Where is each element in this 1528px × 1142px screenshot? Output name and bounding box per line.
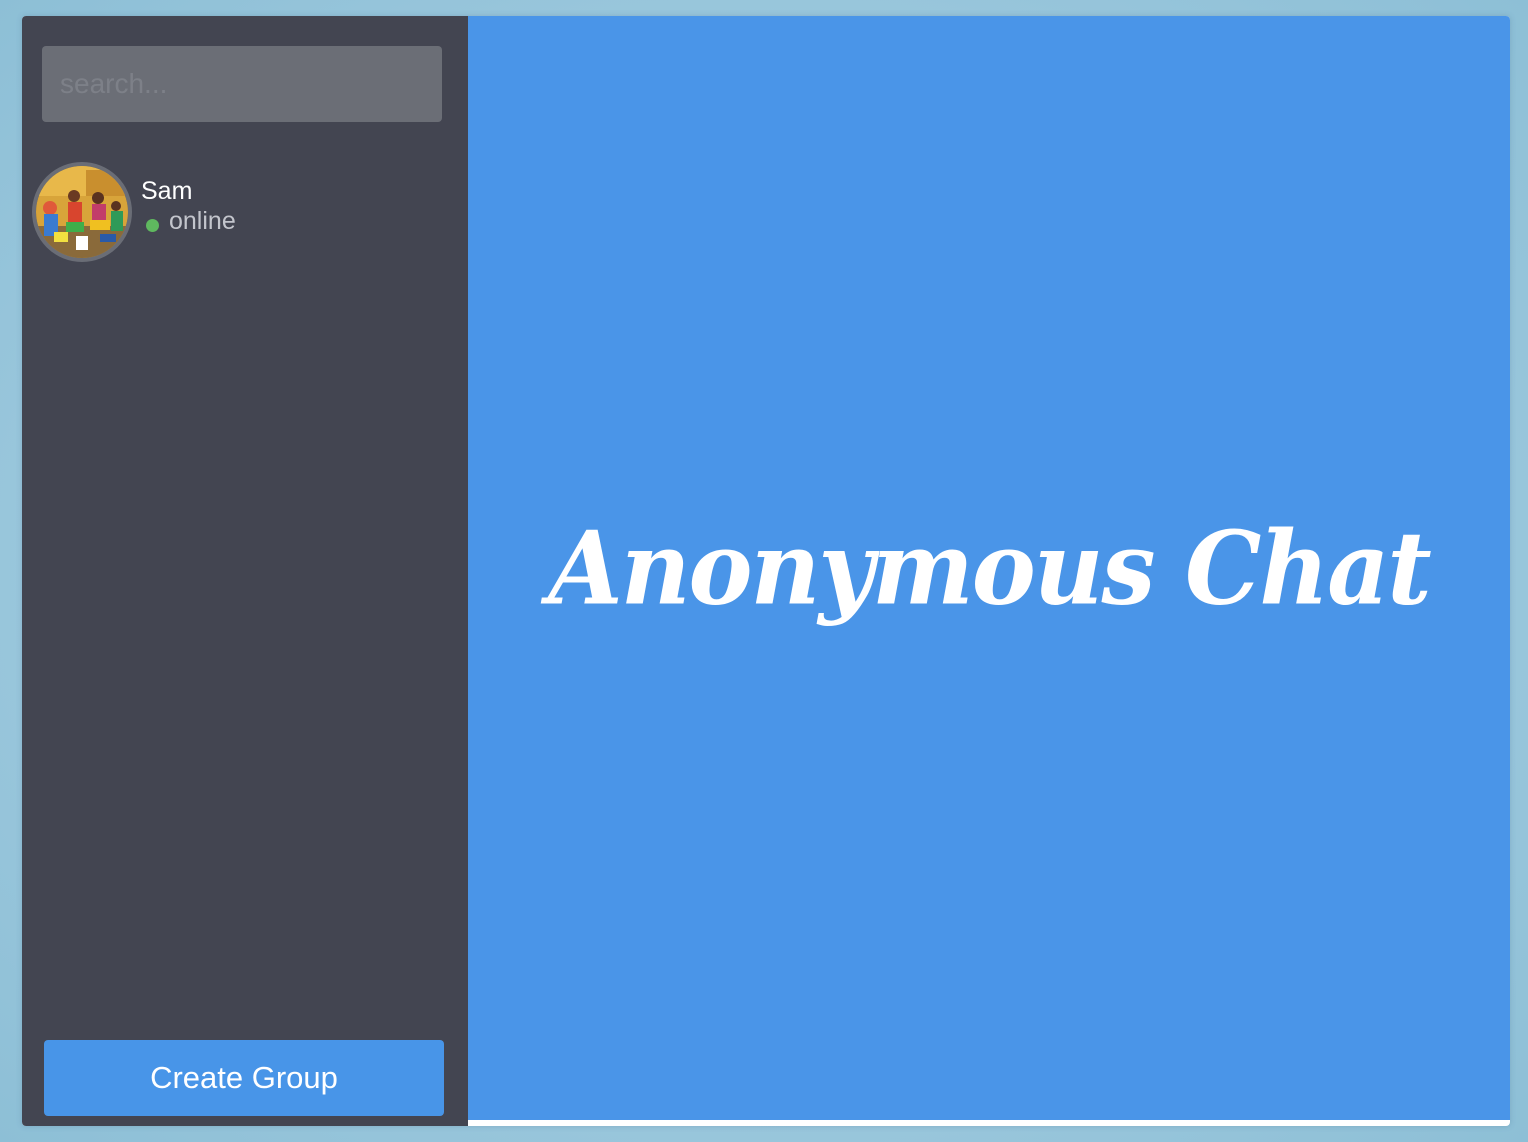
sidebar: Sam online Create Group (22, 16, 468, 1126)
create-group-button[interactable]: Create Group (44, 1040, 444, 1116)
avatar (32, 162, 132, 262)
online-status-dot-icon (146, 218, 159, 232)
avatar-photo (36, 166, 128, 258)
main-panel: Anonymous Chat (468, 16, 1510, 1120)
contact-name: Sam (141, 177, 193, 205)
welcome-area: Anonymous Chat (468, 16, 1510, 1120)
contact-status: online (146, 206, 236, 236)
status-text: online (169, 207, 236, 235)
contact-item-sam[interactable]: Sam online (32, 162, 452, 262)
chat-app-window: Sam online Create Group Anonymous Chat (22, 16, 1510, 1126)
app-title: Anonymous Chat (548, 508, 1432, 628)
search-input[interactable] (42, 46, 442, 122)
